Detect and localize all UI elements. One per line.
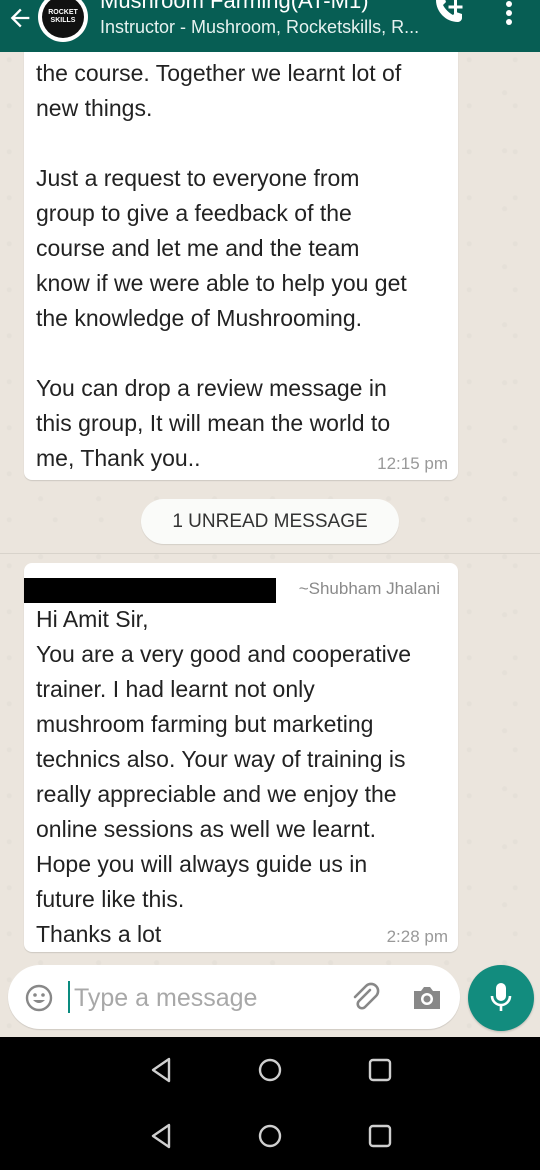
call-add-icon[interactable] (432, 0, 468, 32)
message-composer (8, 965, 460, 1029)
message-bubble[interactable]: ~Shubham Jhalani Hi Amit Sir, You are a … (24, 563, 458, 952)
avatar-text-1: ROCKET (48, 9, 78, 16)
message-sender[interactable]: ~Shubham Jhalani (299, 579, 440, 599)
mic-button[interactable] (468, 965, 534, 1031)
unread-divider: 1 UNREAD MESSAGE (0, 499, 540, 554)
back-arrow-icon[interactable] (6, 4, 34, 32)
chat-title[interactable]: Mushroom Farming(AT-M1) (100, 0, 369, 14)
message-text: the course. Together we learnt lot of ne… (36, 60, 407, 471)
more-vert-icon[interactable] (498, 0, 520, 30)
chat-subtitle[interactable]: Instructor - Mushroom, Rocketskills, R..… (100, 17, 419, 38)
attach-icon[interactable] (348, 981, 382, 1015)
text-cursor (68, 981, 70, 1013)
redacted-phone-number (24, 578, 276, 603)
camera-icon[interactable] (410, 983, 444, 1013)
nav-recents-icon[interactable] (365, 1055, 395, 1085)
message-input[interactable] (72, 979, 336, 1017)
nav-home-icon[interactable] (255, 1055, 285, 1085)
mic-icon (490, 983, 512, 1011)
message-time: 2:28 pm (386, 927, 448, 946)
unread-badge: 1 UNREAD MESSAGE (141, 499, 399, 544)
chat-header[interactable]: ROCKET SKILLS Mushroom Farming(AT-M1) In… (0, 0, 540, 52)
message-bubble[interactable]: the course. Together we learnt lot of ne… (24, 40, 458, 480)
nav-back-icon[interactable] (147, 1055, 177, 1085)
system-navigation-bar (0, 1037, 540, 1170)
nav-recents-icon[interactable] (365, 1121, 395, 1151)
emoji-icon[interactable] (24, 983, 54, 1013)
message-text: Hi Amit Sir, You are a very good and coo… (36, 606, 412, 947)
nav-back-icon[interactable] (147, 1121, 177, 1151)
nav-home-icon[interactable] (255, 1121, 285, 1151)
avatar-text-2: SKILLS (50, 17, 76, 24)
message-time: 12:15 pm (377, 454, 448, 473)
avatar[interactable]: ROCKET SKILLS (38, 0, 88, 42)
